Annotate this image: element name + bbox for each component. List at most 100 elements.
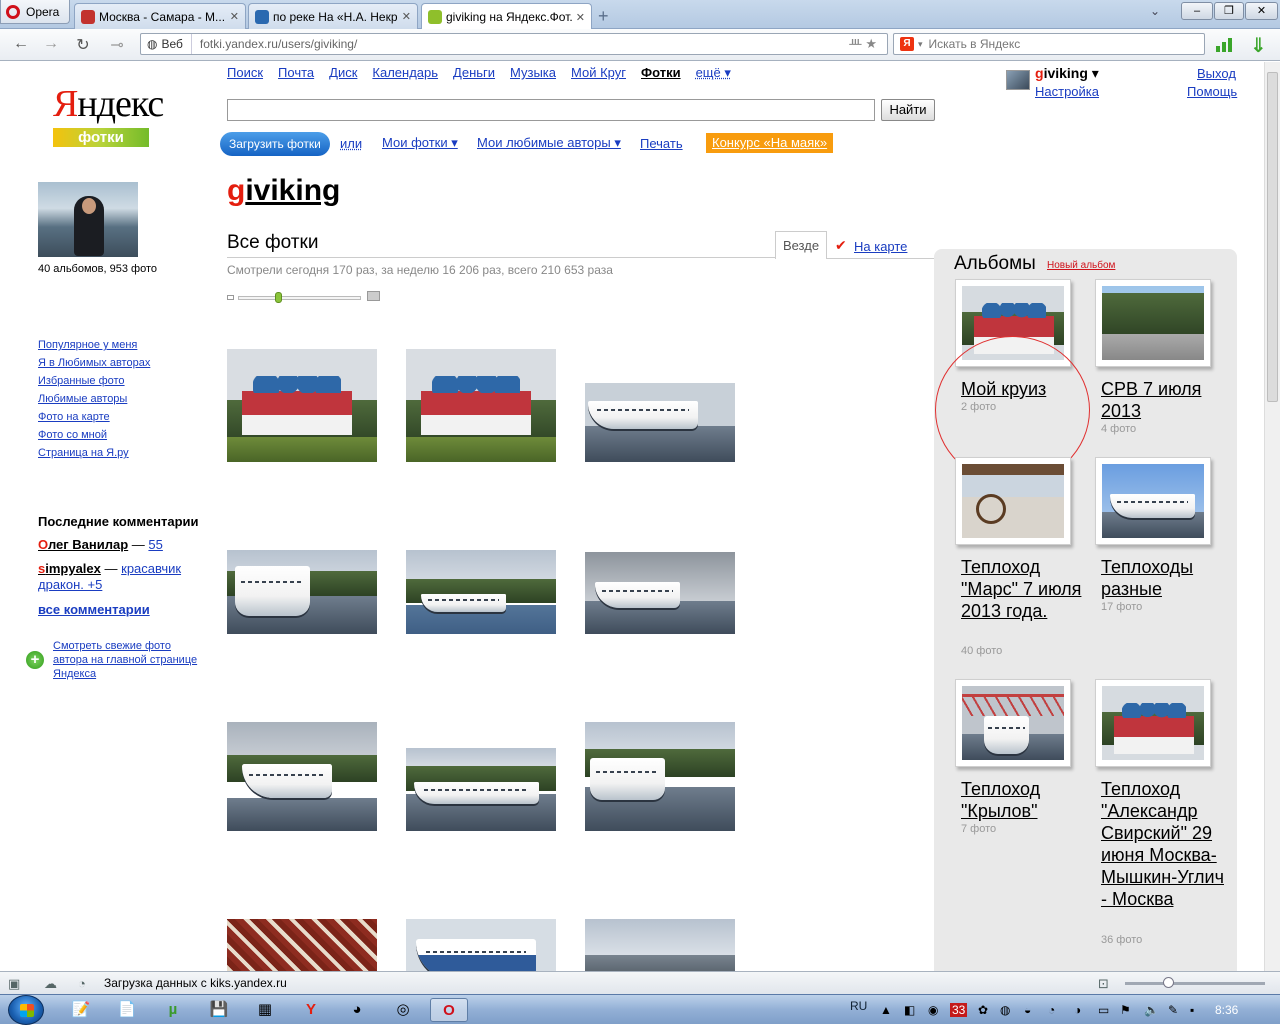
- tab-po-reke[interactable]: по реке На «Н.А. Некр... ✕: [248, 3, 418, 29]
- my-photos-menu[interactable]: Мои фотки ▾: [382, 135, 458, 151]
- slider-track[interactable]: [238, 296, 361, 300]
- comment-author[interactable]: simpyalex: [38, 561, 101, 576]
- zoom-slider[interactable]: [1125, 977, 1265, 988]
- volume-icon[interactable]: 🔈: [1144, 1003, 1159, 1017]
- find-button[interactable]: Найти: [881, 99, 935, 121]
- link-photos-with-me[interactable]: Фото со мной: [38, 426, 150, 444]
- fotki-logo[interactable]: фотки: [53, 128, 149, 147]
- photo-thumbnail[interactable]: [585, 383, 735, 462]
- upload-photos-button[interactable]: Загрузить фотки: [220, 132, 330, 156]
- album-cover[interactable]: [1095, 457, 1211, 545]
- rss-star-icons[interactable]: ᚈ★: [849, 36, 887, 52]
- contest-banner[interactable]: Конкурс «На маяк»: [706, 133, 834, 153]
- user-menu[interactable]: giviking ▾: [1035, 65, 1099, 82]
- key-icon[interactable]: ⊸: [106, 35, 128, 55]
- album-title[interactable]: Теплоход "Марс" 7 июля 2013 года.: [961, 556, 1086, 622]
- tray-badge[interactable]: 33: [950, 1003, 968, 1017]
- link-yaru-page[interactable]: Страница на Я.ру: [38, 444, 150, 462]
- photo-thumbnail[interactable]: [227, 919, 377, 971]
- browser-search-field[interactable]: Я ▾ Искать в Яндекс: [893, 33, 1205, 55]
- service-fotki[interactable]: Фотки: [641, 65, 681, 81]
- photo-thumbnail[interactable]: [406, 349, 556, 462]
- web-badge[interactable]: ◍ Веб: [141, 34, 192, 54]
- service-more[interactable]: ещё ▾: [696, 65, 731, 81]
- photo-thumbnail[interactable]: [227, 722, 377, 831]
- tab-moscow-samara[interactable]: Москва - Самара - М... ✕: [74, 3, 246, 29]
- tray-app-icon[interactable]: ◍: [1000, 1003, 1010, 1017]
- large-size-icon[interactable]: [367, 291, 380, 301]
- photo-thumbnail[interactable]: [585, 722, 735, 831]
- photo-thumbnail[interactable]: [406, 550, 556, 634]
- download-icon[interactable]: ⇓: [1250, 33, 1267, 58]
- photo-thumbnail[interactable]: [406, 919, 556, 971]
- help-link[interactable]: Помощь: [1187, 84, 1237, 99]
- clock[interactable]: 8:36: [1215, 1003, 1238, 1017]
- plus-circle-icon[interactable]: +: [26, 651, 44, 669]
- url-field[interactable]: ◍ Веб fotki.yandex.ru/users/giviking/ ᚈ★: [140, 33, 888, 55]
- album-cover[interactable]: [955, 457, 1071, 545]
- new-album-link[interactable]: Новый альбом: [1047, 260, 1115, 271]
- flag-icon[interactable]: ⚑: [1120, 1003, 1131, 1017]
- search-dropdown-icon[interactable]: ▾: [918, 39, 923, 50]
- album-cover[interactable]: [955, 679, 1071, 767]
- close-icon[interactable]: ✕: [576, 11, 585, 24]
- album-title[interactable]: Теплоход "Александр Свирский" 29 июня Мо…: [1101, 778, 1226, 910]
- close-icon[interactable]: ✕: [230, 10, 239, 23]
- service-moikrug[interactable]: Мой Круг: [571, 65, 626, 81]
- fit-icon[interactable]: ⊡: [1098, 976, 1109, 992]
- network-app-icon[interactable]: ◎: [384, 998, 422, 1022]
- zoom-knob[interactable]: [1163, 977, 1174, 988]
- start-button[interactable]: [8, 995, 44, 1025]
- all-comments-link[interactable]: все комментарии: [38, 602, 150, 617]
- cloud-icon[interactable]: ☁: [44, 976, 57, 992]
- plus-icon[interactable]: +: [598, 6, 609, 27]
- yandex-browser-icon[interactable]: Y: [292, 998, 330, 1022]
- comment-author[interactable]: Олег Ванилар: [38, 537, 128, 552]
- small-size-icon[interactable]: [227, 295, 234, 300]
- album-title[interactable]: Теплоходы разные: [1101, 556, 1226, 600]
- service-disk[interactable]: Диск: [329, 65, 357, 81]
- tray-app-icon[interactable]: ◉: [928, 1003, 938, 1017]
- fresh-photos-link[interactable]: Смотреть свежие фото автора на главной с…: [53, 639, 203, 681]
- link-favorite-photos[interactable]: Избранные фото: [38, 372, 150, 390]
- url-text[interactable]: fotki.yandex.ru/users/giviking/: [192, 37, 849, 51]
- photo-thumbnail[interactable]: [585, 552, 735, 634]
- tray-app-icon[interactable]: ◒: [1024, 1003, 1031, 1017]
- favorite-authors-menu[interactable]: Мои любимые авторы ▾: [477, 135, 621, 151]
- panel-toggle-icon[interactable]: ▣: [8, 976, 20, 992]
- link-in-fav-authors[interactable]: Я в Любимых авторах: [38, 354, 150, 372]
- album-cover[interactable]: [1095, 679, 1211, 767]
- minimize-button[interactable]: –: [1181, 2, 1213, 20]
- language-indicator[interactable]: RU: [850, 999, 867, 1013]
- signal-icon[interactable]: [1216, 36, 1232, 52]
- photo-thumbnail[interactable]: [406, 748, 556, 831]
- page-title[interactable]: giviking: [227, 174, 340, 208]
- restore-button[interactable]: ❐: [1214, 2, 1244, 20]
- profile-photo[interactable]: [38, 182, 138, 257]
- close-window-button[interactable]: ✕: [1245, 2, 1278, 20]
- link-popular[interactable]: Популярное у меня: [38, 336, 150, 354]
- album-title[interactable]: СРВ 7 июля 2013: [1101, 378, 1226, 422]
- settings-link[interactable]: Настройка: [1035, 84, 1099, 99]
- scrollbar-thumb[interactable]: [1267, 72, 1278, 402]
- chevron-down-icon[interactable]: ⌄: [1150, 4, 1160, 18]
- utorrent-icon[interactable]: µ: [154, 998, 192, 1022]
- service-music[interactable]: Музыка: [510, 65, 556, 81]
- album-title[interactable]: Мой круиз: [961, 378, 1086, 400]
- notepad-icon[interactable]: 📝: [62, 998, 100, 1022]
- photo-thumbnail[interactable]: [227, 349, 377, 462]
- avatar[interactable]: [1006, 70, 1030, 90]
- tab-on-map[interactable]: На карте: [854, 239, 907, 254]
- tray-app-icon[interactable]: ◧: [904, 1003, 915, 1017]
- vertical-scrollbar[interactable]: [1264, 62, 1280, 971]
- comment-text-link[interactable]: 55: [148, 537, 162, 552]
- album-cover[interactable]: [1095, 279, 1211, 367]
- chess-icon[interactable]: ▦: [246, 998, 284, 1022]
- slider-knob[interactable]: [275, 292, 282, 303]
- tray-expand-icon[interactable]: ▲: [880, 1003, 892, 1017]
- service-mail[interactable]: Почта: [278, 65, 314, 81]
- photo-thumbnail[interactable]: [227, 550, 377, 634]
- yandex-logo[interactable]: Яндекс: [53, 84, 164, 124]
- album-cover[interactable]: [955, 279, 1071, 367]
- chrome-icon[interactable]: ◕: [338, 998, 376, 1022]
